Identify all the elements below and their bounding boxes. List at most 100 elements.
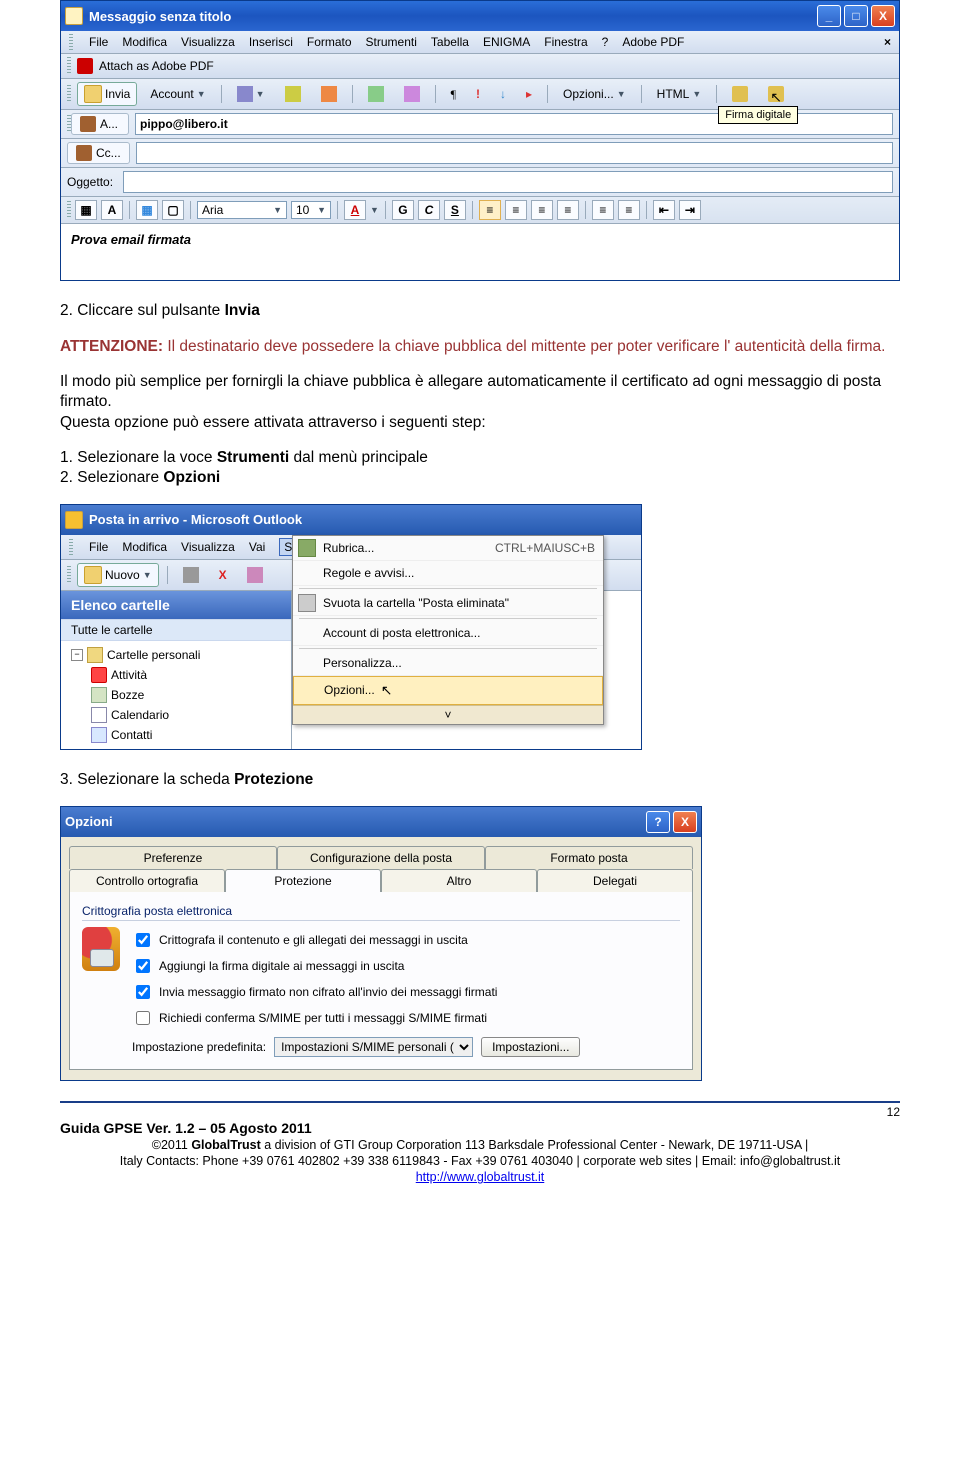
font-size-select[interactable]: 10▼ <box>291 201 331 219</box>
menu-visualizza[interactable]: Visualizza <box>181 540 235 554</box>
tab-ortografia[interactable]: Controllo ortografia <box>69 869 225 892</box>
toolbar-btn[interactable] <box>314 83 344 105</box>
footer-link[interactable]: http://www.globaltrust.it <box>416 1170 545 1184</box>
tab-preferenze[interactable]: Preferenze <box>69 846 277 869</box>
email-body[interactable]: Prova email firmata <box>61 224 899 280</box>
italic-button[interactable]: C <box>418 200 440 220</box>
bold-button[interactable]: G <box>392 200 414 220</box>
align-justify-button[interactable]: ≡ <box>557 200 579 220</box>
close-button[interactable]: X <box>673 811 697 833</box>
menu-item-svuota[interactable]: Svuota la cartella "Posta eliminata" <box>293 591 603 616</box>
html-format-button[interactable]: HTML▼ <box>650 84 709 104</box>
titlebar[interactable]: Opzioni ? X <box>61 807 701 837</box>
font-color-button[interactable]: A <box>344 200 366 220</box>
close-button[interactable]: X <box>871 5 895 27</box>
menu-expand-button[interactable]: ˅ <box>293 705 603 724</box>
menu-modifica[interactable]: Modifica <box>122 540 167 554</box>
toolbar-btn[interactable]: ¶ <box>444 84 463 105</box>
menu-item-account[interactable]: Account di posta elettronica... <box>293 621 603 646</box>
menu-strumenti[interactable]: Strumenti <box>366 35 417 49</box>
attach-adobe-pdf-button[interactable]: Attach as Adobe PDF <box>99 59 214 73</box>
tab-delegati[interactable]: Delegati <box>537 869 693 892</box>
help-button[interactable]: ? <box>646 811 670 833</box>
toolbar-btn[interactable]: ! <box>469 84 487 104</box>
account-button[interactable]: Account▼ <box>143 84 212 104</box>
menu-file[interactable]: File <box>89 540 108 554</box>
print-button[interactable] <box>176 564 206 586</box>
chk-encrypt[interactable]: Crittografa il contenuto e gli allegati … <box>132 927 680 953</box>
menu-file[interactable]: File <box>89 35 108 49</box>
checkbox[interactable] <box>136 959 150 973</box>
cc-input[interactable] <box>136 142 893 164</box>
menu-item-rubrica[interactable]: Rubrica... CTRL+MAIUSC+B <box>293 536 603 561</box>
menu-inserisci[interactable]: Inserisci <box>249 35 293 49</box>
checkbox[interactable] <box>136 1011 150 1025</box>
toolbar-grip[interactable] <box>67 566 71 584</box>
to-button[interactable]: A... <box>71 113 129 135</box>
options-button[interactable]: Opzioni...▼ <box>556 84 633 104</box>
fmt-btn[interactable]: ▦ <box>75 200 97 220</box>
tab-formato-posta[interactable]: Formato posta <box>485 846 693 869</box>
underline-button[interactable]: S <box>444 200 466 220</box>
menu-item-personalizza[interactable]: Personalizza... <box>293 651 603 676</box>
new-button[interactable]: Nuovo▼ <box>77 563 159 587</box>
toolbar-btn[interactable]: ↓ <box>493 84 513 104</box>
menu-formato[interactable]: Formato <box>307 35 352 49</box>
chk-cleartext[interactable]: Invia messaggio firmato non cifrato all'… <box>132 979 680 1005</box>
menu-modifica[interactable]: Modifica <box>122 35 167 49</box>
toolbar-grip[interactable] <box>69 539 73 555</box>
menu-finestra[interactable]: Finestra <box>544 35 587 49</box>
align-right-button[interactable]: ≡ <box>531 200 553 220</box>
titlebar[interactable]: Messaggio senza titolo _ □ X <box>61 1 899 31</box>
toolbar-grip[interactable] <box>67 57 71 75</box>
checkbox[interactable] <box>136 985 150 999</box>
align-center-button[interactable]: ≡ <box>505 200 527 220</box>
fmt-btn[interactable]: ▢ <box>162 200 184 220</box>
fmt-btn[interactable]: A <box>101 200 123 220</box>
preset-select[interactable]: Impostazioni S/MIME personali ( <box>274 1037 473 1057</box>
toolbar-btn[interactable]: ▸ <box>519 84 539 104</box>
send-button[interactable]: Invia <box>77 82 137 106</box>
delete-button[interactable]: X <box>212 565 234 585</box>
outdent-button[interactable]: ⇤ <box>653 200 675 220</box>
tree-root[interactable]: −Cartelle personali <box>67 645 285 665</box>
tree-item[interactable]: Calendario <box>67 705 285 725</box>
tree-item[interactable]: Attività <box>67 665 285 685</box>
menu-tabella[interactable]: Tabella <box>431 35 469 49</box>
list-bullet-button[interactable]: ≡ <box>618 200 640 220</box>
tab-protezione[interactable]: Protezione <box>225 869 381 892</box>
checkbox[interactable] <box>136 933 150 947</box>
cc-button[interactable]: Cc... <box>67 142 130 164</box>
menu-adobe-pdf[interactable]: Adobe PDF <box>622 35 684 49</box>
maximize-button[interactable]: □ <box>844 5 868 27</box>
toolbar-grip[interactable] <box>69 34 73 50</box>
tree-item[interactable]: Contatti <box>67 725 285 745</box>
toolbar-btn[interactable] <box>278 83 308 105</box>
menu-item-opzioni[interactable]: Opzioni... ↖ <box>293 676 603 705</box>
digital-sign-button[interactable]: ↖ Firma digitale <box>761 83 791 105</box>
toolbar-grip[interactable] <box>67 85 71 103</box>
encrypt-button[interactable] <box>725 83 755 105</box>
menu-visualizza[interactable]: Visualizza <box>181 35 235 49</box>
subject-input[interactable] <box>123 171 893 193</box>
menu-item-regole[interactable]: Regole e avvisi... <box>293 561 603 586</box>
reply-button[interactable] <box>240 564 270 586</box>
chk-sign[interactable]: Aggiungi la firma digitale ai messaggi i… <box>132 953 680 979</box>
menu-vai[interactable]: Vai <box>249 540 265 554</box>
minimize-button[interactable]: _ <box>817 5 841 27</box>
tree-item[interactable]: Bozze <box>67 685 285 705</box>
tab-config-posta[interactable]: Configurazione della posta <box>277 846 485 869</box>
toolbar-grip[interactable] <box>67 201 71 219</box>
indent-button[interactable]: ⇥ <box>679 200 701 220</box>
tab-altro[interactable]: Altro <box>381 869 537 892</box>
fmt-btn[interactable]: ▦ <box>136 200 158 220</box>
settings-button[interactable]: Impostazioni... <box>481 1037 580 1057</box>
subwindow-close-button[interactable]: × <box>884 35 891 49</box>
menu-help[interactable]: ? <box>602 35 609 49</box>
chk-receipt[interactable]: Richiedi conferma S/MIME per tutti i mes… <box>132 1005 680 1031</box>
titlebar[interactable]: Posta in arrivo - Microsoft Outlook <box>61 505 641 535</box>
menu-enigma[interactable]: ENIGMA <box>483 35 530 49</box>
toolbar-btn[interactable] <box>397 83 427 105</box>
toolbar-btn[interactable] <box>361 83 391 105</box>
font-select[interactable]: Aria▼ <box>197 201 287 219</box>
